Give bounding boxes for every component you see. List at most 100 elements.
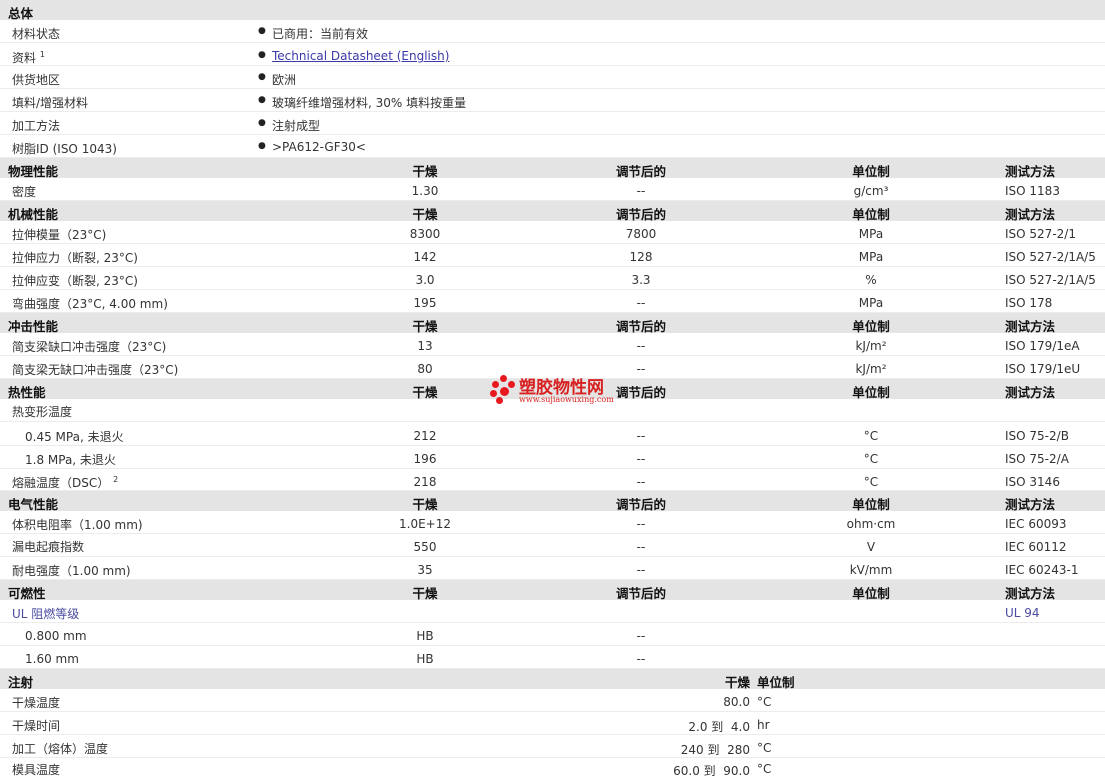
cell-unit: °C [863,475,879,489]
table-row: 简支梁缺口冲击强度（23°C) 13 -- kJ/m² ISO 179/1eA [0,333,1105,356]
cell-method: ISO 527-2/1 [1005,227,1076,241]
row-label: 干燥温度 [12,696,61,710]
cell-dry: 8300 [409,227,441,241]
cell-unit: °C [863,429,879,443]
cell-conditioned: -- [636,475,646,489]
cell-unit: °C [863,452,879,466]
cell-unit: kJ/m² [855,339,887,353]
table-row: 拉伸应力（断裂, 23°C) 142 128 MPa ISO 527-2/1A/… [0,244,1105,267]
cell-method: IEC 60112 [1005,540,1067,554]
cell-dry: 80 [417,362,433,376]
cell-method: ISO 527-2/1A/5 [1005,250,1096,264]
cell-method: ISO 178 [1005,296,1053,310]
cell-value: 2.0 到 4.0 [688,720,750,734]
table-row: 干燥温度 80.0 °C [0,689,1105,712]
row-label: 拉伸应力（断裂, 23°C) [12,251,138,265]
row-label: 资料 1 [12,50,45,66]
section-header-electrical: 电气性能 干燥 调节后的 单位制 测试方法 [0,491,1105,512]
table-row: 资料 1 Technical Datasheet (English) [0,43,1105,66]
cell-conditioned: -- [636,452,646,466]
table-row: 漏电起痕指数 550 -- V IEC 60112 [0,534,1105,557]
row-label: 材料状态 [12,27,61,41]
cell-dry: HB [416,629,434,643]
technical-datasheet-link[interactable]: Technical Datasheet (English) [272,49,449,63]
row-label: 树脂ID (ISO 1043) [12,142,117,156]
cell-dry: 13 [417,339,433,353]
cell-method: ISO 75-2/B [1005,429,1069,443]
row-label: 密度 [12,185,37,199]
watermark-logo: 塑胶物性网 www.sujiaowuxing.com [490,375,640,409]
row-label: 加工方法 [12,119,61,133]
row-value: 已商用：当前有效 [258,25,368,42]
table-row: 1.60 mm HB -- [0,646,1105,669]
table-row: 加工方法 注射成型 [0,112,1105,135]
row-label: 1.60 mm [25,652,79,666]
table-row: 0.800 mm HB -- [0,623,1105,646]
row-label: 模具温度 [12,763,61,777]
cell-conditioned: -- [636,540,646,554]
row-label: 弯曲强度（23°C, 4.00 mm) [12,297,168,311]
cell-unit: MPa [858,296,884,310]
table-row: 0.45 MPa, 未退火 212 -- °C ISO 75-2/B [0,422,1105,446]
row-label: 供货地区 [12,73,61,87]
table-row: 耐电强度（1.00 mm) 35 -- kV/mm IEC 60243-1 [0,557,1105,580]
cell-conditioned: -- [636,184,646,198]
row-label: 熔融温度（DSC） 2 [12,475,119,491]
row-label: 填料/增强材料 [12,96,89,110]
cell-unit: g/cm³ [853,184,889,198]
cell-method: IEC 60093 [1005,517,1067,531]
section-header-physical: 物理性能 干燥 调节后的 单位制 测试方法 [0,158,1105,179]
cell-dry: 1.30 [411,184,439,198]
cell-method: ISO 75-2/A [1005,452,1069,466]
cell-unit: °C [757,695,772,709]
cell-method: UL 94 [1005,606,1040,620]
row-label: 拉伸应变（断裂, 23°C) [12,274,138,288]
cell-unit: V [866,540,876,554]
table-row: 模具温度 60.0 到 90.0 °C [0,758,1105,779]
table-row: 拉伸模量（23°C) 8300 7800 MPa ISO 527-2/1 [0,221,1105,244]
row-label: 体积电阻率（1.00 mm) [12,518,143,532]
cell-conditioned: 128 [629,250,653,264]
cell-method: ISO 3146 [1005,475,1060,489]
row-label: 漏电起痕指数 [12,540,85,554]
row-label: 耐电强度（1.00 mm) [12,564,131,578]
cell-unit: % [865,273,877,287]
cell-dry: 35 [417,563,433,577]
cell-value: 60.0 到 90.0 [673,764,750,778]
row-label: 0.45 MPa, 未退火 [25,430,124,444]
cell-dry: 218 [413,475,437,489]
cell-unit: °C [757,762,772,776]
table-row: UL 阻燃等级 UL 94 [0,600,1105,623]
row-label: 简支梁无缺口冲击强度（23°C) [12,363,179,377]
cell-value: 240 到 280 [680,743,750,757]
row-label: 拉伸模量（23°C) [12,228,107,242]
table-row: 加工（熔体）温度 240 到 280 °C [0,735,1105,758]
table-row: 填料/增强材料 玻璃纤维增强材料, 30% 填料按重量 [0,89,1105,112]
row-value: >PA612-GF30< [258,140,366,154]
cell-conditioned: -- [636,429,646,443]
table-row: 树脂ID (ISO 1043) >PA612-GF30< [0,135,1105,158]
cell-method: ISO 527-2/1A/5 [1005,273,1096,287]
cell-dry: 1.0E+12 [399,517,451,531]
table-row: 材料状态 已商用：当前有效 [0,20,1105,43]
watermark-url: www.sujiaowuxing.com [519,395,614,404]
group-label: UL 阻燃等级 [12,607,80,621]
row-label: 简支梁缺口冲击强度（23°C) [12,340,167,354]
cell-method: ISO 179/1eU [1005,362,1081,376]
cell-dry: HB [416,652,434,666]
section-header-mechanical: 机械性能 干燥 调节后的 单位制 测试方法 [0,201,1105,222]
row-value: 欧洲 [258,71,296,88]
table-row: 1.8 MPa, 未退火 196 -- °C ISO 75-2/A [0,446,1105,469]
table-row: 密度 1.30 -- g/cm³ ISO 1183 [0,178,1105,201]
cell-dry: 195 [413,296,437,310]
cell-dry: 196 [413,452,437,466]
cell-dry: 212 [413,429,437,443]
row-label: 干燥时间 [12,719,61,733]
cell-conditioned: -- [636,339,646,353]
cell-unit: MPa [858,227,884,241]
cell-unit: ohm·cm [846,517,896,531]
row-label: 1.8 MPa, 未退火 [25,453,116,467]
cell-dry: 142 [413,250,437,264]
row-value: 注射成型 [258,117,320,134]
cell-dry: 3.0 [415,273,435,287]
